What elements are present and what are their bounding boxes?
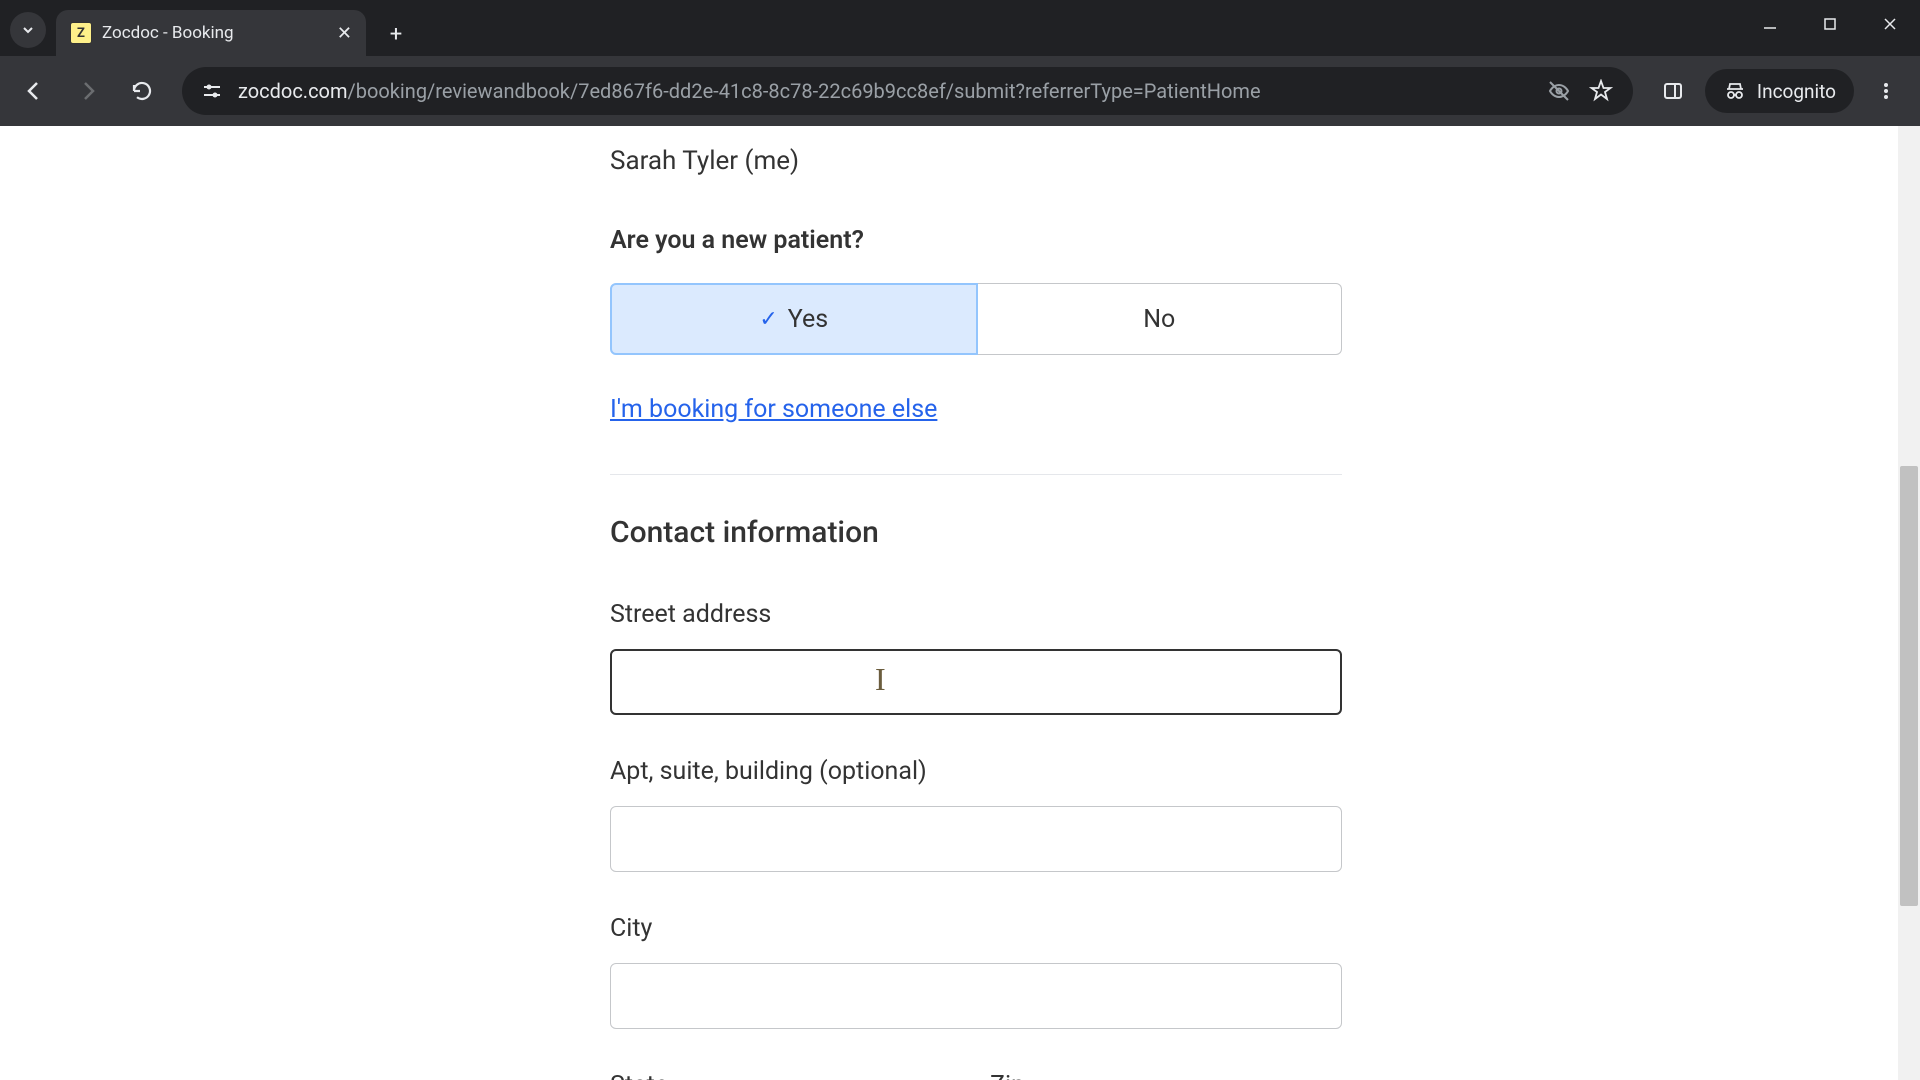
- address-bar[interactable]: zocdoc.com/booking/reviewandbook/7ed867f…: [182, 67, 1633, 115]
- street-address-input[interactable]: [610, 649, 1342, 715]
- scrollbar-track[interactable]: [1898, 126, 1920, 1080]
- tab-strip: Z Zocdoc - Booking ✕ +: [0, 0, 1920, 56]
- booking-form: Sarah Tyler (me) Are you a new patient? …: [610, 126, 1342, 1080]
- scrollbar-thumb[interactable]: [1900, 466, 1918, 906]
- zip-label: Zip: [990, 1071, 1342, 1080]
- no-button[interactable]: No: [978, 283, 1343, 355]
- close-window-button[interactable]: [1860, 0, 1920, 48]
- new-patient-toggle: ✓ Yes No: [610, 283, 1342, 355]
- browser-tab[interactable]: Z Zocdoc - Booking ✕: [56, 10, 366, 56]
- street-address-label: Street address: [610, 600, 1342, 629]
- incognito-label: Incognito: [1757, 80, 1836, 103]
- check-icon: ✓: [759, 307, 777, 332]
- star-icon: [1589, 79, 1613, 103]
- side-panel-button[interactable]: [1651, 69, 1695, 113]
- apt-input[interactable]: [610, 806, 1342, 872]
- window-controls: [1740, 0, 1920, 48]
- panel-icon: [1662, 80, 1684, 102]
- arrow-right-icon: [76, 79, 100, 103]
- dots-vertical-icon: [1876, 81, 1896, 101]
- new-patient-question: Are you a new patient?: [610, 226, 1342, 255]
- reload-icon: [130, 79, 154, 103]
- reload-button[interactable]: [120, 69, 164, 113]
- site-info-button[interactable]: [200, 79, 224, 103]
- city-label: City: [610, 914, 1342, 943]
- yes-label: Yes: [788, 305, 828, 334]
- minimize-icon: [1762, 16, 1778, 32]
- url-text: zocdoc.com/booking/reviewandbook/7ed867f…: [238, 79, 1531, 103]
- chevron-down-icon: [20, 22, 36, 38]
- yes-button[interactable]: ✓ Yes: [610, 283, 978, 355]
- no-label: No: [1143, 305, 1175, 334]
- forward-button[interactable]: [66, 69, 110, 113]
- incognito-icon: [1723, 79, 1747, 103]
- new-tab-button[interactable]: +: [378, 16, 414, 52]
- url-path: /booking/reviewandbook/7ed867f6-dd2e-41c…: [347, 79, 1260, 103]
- eye-off-button[interactable]: [1545, 77, 1573, 105]
- state-zip-row: State Select Zip: [610, 1071, 1342, 1080]
- browser-menu-button[interactable]: [1864, 69, 1908, 113]
- section-divider: [610, 474, 1342, 475]
- booking-for-else-link[interactable]: I'm booking for someone else: [610, 395, 937, 424]
- incognito-badge[interactable]: Incognito: [1705, 69, 1854, 113]
- close-icon: [1882, 16, 1898, 32]
- tab-favicon: Z: [70, 22, 92, 44]
- patient-name: Sarah Tyler (me): [610, 146, 1342, 176]
- maximize-button[interactable]: [1800, 0, 1860, 48]
- contact-info-heading: Contact information: [610, 515, 1342, 550]
- back-button[interactable]: [12, 69, 56, 113]
- tab-search-button[interactable]: [10, 12, 46, 48]
- apt-label: Apt, suite, building (optional): [610, 757, 1342, 786]
- tune-icon: [201, 80, 223, 102]
- page-content: Sarah Tyler (me) Are you a new patient? …: [0, 126, 1920, 1080]
- state-label: State: [610, 1071, 960, 1080]
- minimize-button[interactable]: [1740, 0, 1800, 48]
- close-tab-button[interactable]: ✕: [337, 23, 352, 44]
- arrow-left-icon: [22, 79, 46, 103]
- maximize-icon: [1822, 16, 1838, 32]
- eye-off-icon: [1547, 79, 1571, 103]
- url-domain: zocdoc.com: [238, 79, 347, 103]
- browser-toolbar: zocdoc.com/booking/reviewandbook/7ed867f…: [0, 56, 1920, 126]
- tab-title: Zocdoc - Booking: [102, 23, 327, 43]
- city-input[interactable]: [610, 963, 1342, 1029]
- bookmark-button[interactable]: [1587, 77, 1615, 105]
- browser-chrome: Z Zocdoc - Booking ✕ +: [0, 0, 1920, 126]
